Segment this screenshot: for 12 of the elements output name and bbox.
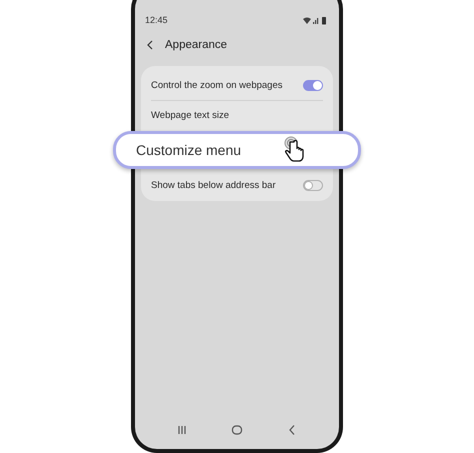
status-icons bbox=[302, 16, 328, 24]
toggle-switch[interactable] bbox=[303, 180, 323, 190]
home-icon[interactable] bbox=[230, 424, 243, 436]
highlighted-menu-item[interactable]: Customize menu bbox=[113, 131, 361, 169]
recent-apps-icon[interactable] bbox=[176, 424, 188, 436]
page-title: Appearance bbox=[165, 39, 228, 51]
toggle-switch[interactable] bbox=[303, 80, 323, 90]
back-icon[interactable] bbox=[147, 40, 153, 50]
status-time: 12:45 bbox=[145, 15, 168, 25]
setting-label[interactable]: Webpage text size bbox=[151, 110, 229, 120]
setting-label: Show tabs below address bar bbox=[151, 180, 276, 190]
setting-label: Control the zoom on webpages bbox=[151, 80, 282, 90]
